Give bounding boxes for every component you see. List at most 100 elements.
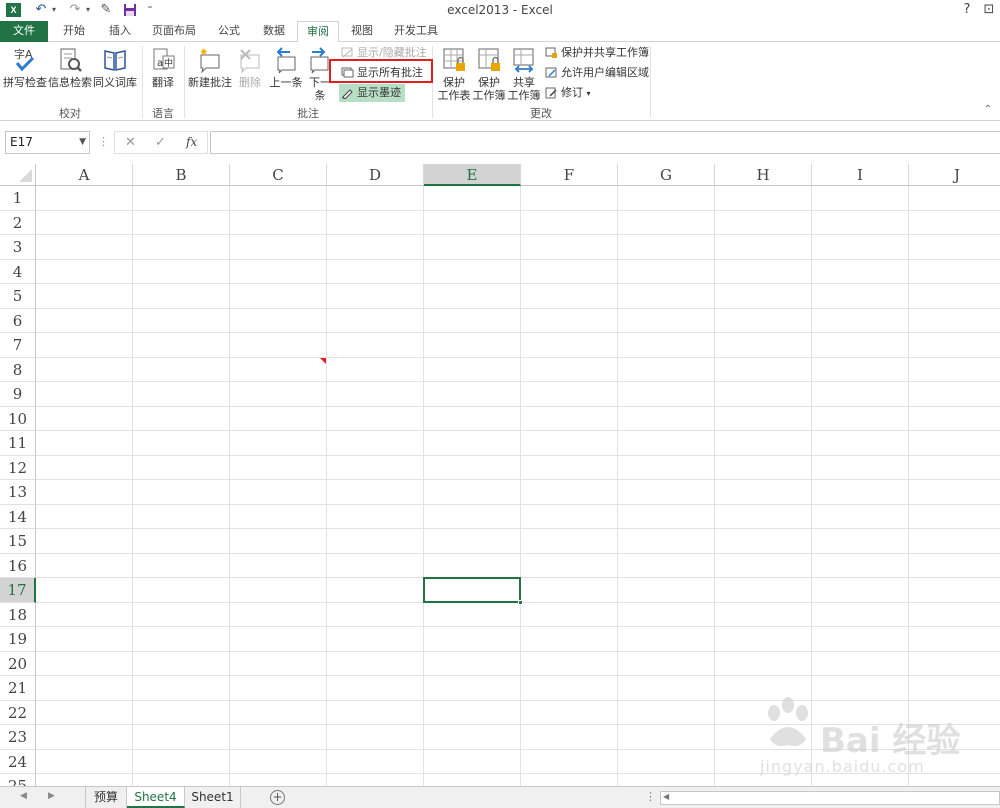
- row-header-3[interactable]: 3: [0, 235, 36, 260]
- translate-button[interactable]: a中 翻译: [146, 46, 180, 89]
- delete-comment-button[interactable]: 删除: [233, 46, 267, 89]
- sheet-tab-budget[interactable]: 预算: [85, 787, 127, 808]
- row-header-4[interactable]: 4: [0, 259, 36, 284]
- tab-file[interactable]: 文件: [0, 21, 48, 42]
- row-header-24[interactable]: 24: [0, 749, 36, 774]
- column-header-g[interactable]: G: [618, 164, 715, 186]
- add-sheet-icon[interactable]: +: [270, 790, 285, 805]
- ribbon-display-options-icon[interactable]: ⊡: [980, 2, 998, 17]
- gridline: [617, 186, 618, 786]
- group-label-changes: 更改: [530, 107, 552, 120]
- protect-share-label: 保护并共享工作簿: [561, 46, 649, 59]
- tab-formulas[interactable]: 公式: [207, 21, 251, 42]
- tab-developer[interactable]: 开发工具: [386, 21, 446, 42]
- worksheet-grid[interactable]: A B C D E F G H I J 1 2 3 4 5 6 7 8 9 10 11 12 13 14 15 16 17 18 19 2…: [0, 161, 1000, 786]
- help-button[interactable]: ?: [958, 2, 976, 17]
- comment-indicator[interactable]: [320, 357, 326, 364]
- row-header-17[interactable]: 17: [0, 578, 36, 603]
- tab-insert[interactable]: 插入: [98, 21, 142, 42]
- row-header-16[interactable]: 16: [0, 553, 36, 578]
- row-header-20[interactable]: 20: [0, 651, 36, 676]
- insert-function-icon[interactable]: fx: [186, 135, 197, 149]
- group-separator: [184, 46, 185, 118]
- scroll-left-icon[interactable]: ◀: [663, 792, 669, 801]
- next-sheet-icon[interactable]: ▶: [48, 791, 55, 801]
- watermark-text: Bai 经验: [820, 721, 961, 761]
- row-header-5[interactable]: 5: [0, 284, 36, 309]
- row-header-8[interactable]: 8: [0, 357, 36, 382]
- horizontal-scrollbar[interactable]: ◀: [660, 791, 1000, 805]
- name-box-value: E17: [10, 135, 33, 149]
- column-header-f[interactable]: F: [521, 164, 618, 186]
- column-header-d[interactable]: D: [327, 164, 424, 186]
- row-header-7[interactable]: 7: [0, 333, 36, 358]
- column-header-i[interactable]: I: [812, 164, 909, 186]
- row-header-9[interactable]: 9: [0, 382, 36, 407]
- track-changes-button[interactable]: 修订 ▾: [543, 84, 591, 102]
- formula-bar: E17 ▼ ⋮ ✕ ✓ fx: [0, 121, 1000, 161]
- row-header-1[interactable]: 1: [0, 186, 36, 211]
- previous-comment-button[interactable]: 上一条: [268, 46, 304, 89]
- row-header-11[interactable]: 11: [0, 431, 36, 456]
- name-box[interactable]: E17 ▼: [5, 131, 90, 154]
- gridline: [36, 209, 1000, 211]
- tab-view[interactable]: 视图: [342, 21, 382, 42]
- formula-input[interactable]: [210, 131, 1000, 154]
- protect-share-workbook-button[interactable]: 保护并共享工作簿: [543, 44, 649, 62]
- row-header-22[interactable]: 22: [0, 700, 36, 725]
- spelling-button[interactable]: 字A 拼写检查: [3, 46, 47, 89]
- sheet-tab-sheet4[interactable]: Sheet4: [127, 787, 185, 808]
- fill-handle[interactable]: [518, 599, 523, 605]
- research-button[interactable]: 信息检索: [48, 46, 92, 89]
- tab-split-grip-icon[interactable]: ⋮: [645, 790, 656, 803]
- row-header-25[interactable]: 25: [0, 774, 36, 786]
- gridline: [36, 234, 1000, 235]
- row-header-2[interactable]: 2: [0, 210, 36, 235]
- row-header-14[interactable]: 14: [0, 504, 36, 529]
- sheet-tab-sheet1[interactable]: Sheet1: [185, 787, 241, 808]
- gridline: [36, 307, 1000, 309]
- active-cell[interactable]: [423, 577, 521, 603]
- tab-page-layout[interactable]: 页面布局: [144, 21, 204, 42]
- column-header-b[interactable]: B: [133, 164, 230, 186]
- column-header-h[interactable]: H: [715, 164, 812, 186]
- row-header-19[interactable]: 19: [0, 627, 36, 652]
- enter-icon[interactable]: ✓: [155, 135, 166, 150]
- tab-home[interactable]: 开始: [52, 21, 96, 42]
- row-header-12[interactable]: 12: [0, 455, 36, 480]
- translate-label: 翻译: [152, 76, 174, 89]
- tab-review[interactable]: 审阅: [297, 21, 339, 43]
- row-header-6[interactable]: 6: [0, 308, 36, 333]
- protect-workbook-button[interactable]: 保护 工作簿: [472, 46, 506, 102]
- column-header-j[interactable]: J: [909, 164, 1000, 186]
- gridline: [520, 186, 521, 786]
- gridline: [132, 186, 133, 786]
- gridline: [36, 381, 1000, 382]
- tab-data[interactable]: 数据: [252, 21, 296, 42]
- select-all-corner[interactable]: [0, 164, 36, 186]
- row-header-21[interactable]: 21: [0, 676, 36, 701]
- allow-edit-ranges-button[interactable]: 允许用户编辑区域: [543, 64, 649, 82]
- column-header-e[interactable]: E: [424, 164, 521, 186]
- name-box-dropdown-icon[interactable]: ▼: [79, 132, 86, 153]
- row-header-23[interactable]: 23: [0, 725, 36, 750]
- column-header-a[interactable]: A: [36, 164, 133, 186]
- row-header-13[interactable]: 13: [0, 480, 36, 505]
- show-ink-icon: [342, 89, 353, 99]
- cancel-icon[interactable]: ✕: [125, 135, 136, 150]
- show-ink-button[interactable]: 显示墨迹: [339, 84, 405, 102]
- row-header-15[interactable]: 15: [0, 529, 36, 554]
- gridline: [36, 528, 1000, 529]
- protect-sheet-button[interactable]: 保护 工作表: [436, 46, 472, 102]
- column-header-c[interactable]: C: [230, 164, 327, 186]
- row-header-18[interactable]: 18: [0, 602, 36, 627]
- new-comment-button[interactable]: ✸ 新建批注: [188, 46, 232, 89]
- collapse-ribbon-icon[interactable]: ⌃: [984, 104, 992, 115]
- formula-bar-grip-icon[interactable]: ⋮: [98, 135, 109, 148]
- share-workbook-button[interactable]: 共享 工作簿: [507, 46, 541, 102]
- gridline: [423, 186, 424, 786]
- row-header-10[interactable]: 10: [0, 406, 36, 431]
- allow-edit-ranges-icon: [545, 67, 557, 78]
- thesaurus-button[interactable]: 同义词库: [93, 46, 137, 89]
- prev-sheet-icon[interactable]: ◀: [20, 791, 27, 801]
